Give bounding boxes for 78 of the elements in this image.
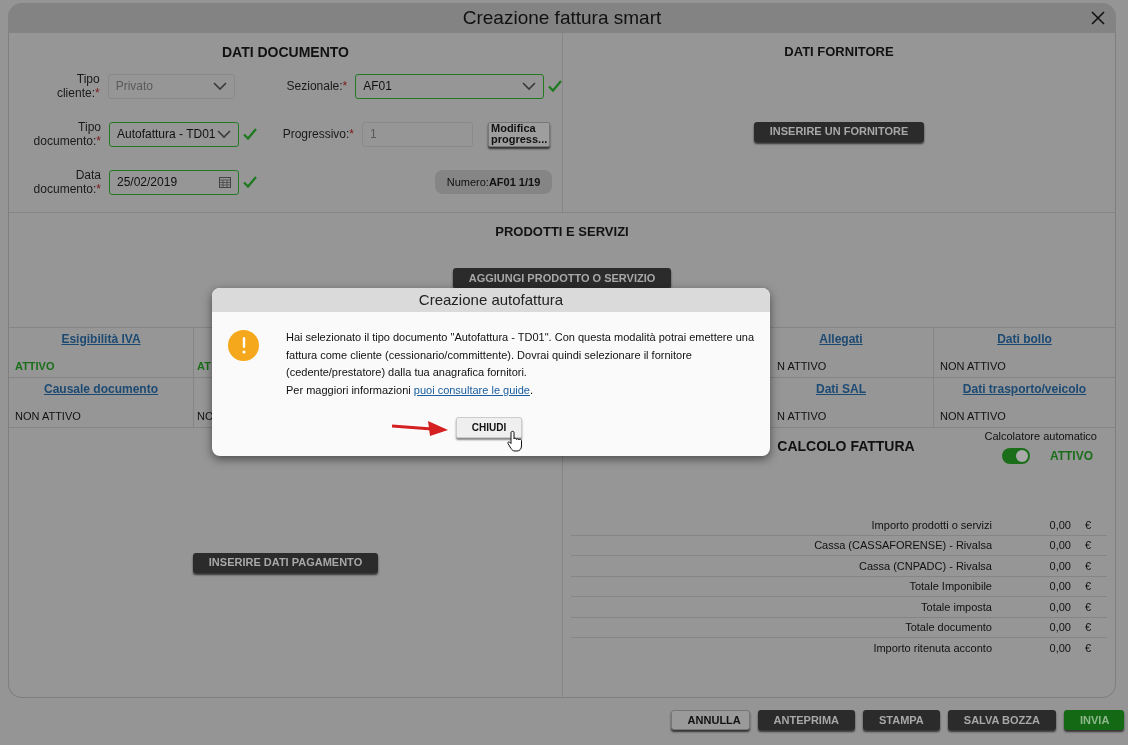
currency-symbol: €	[1083, 579, 1091, 594]
add-supplier-button[interactable]: INSERIRE UN FORNITORE	[753, 121, 925, 142]
check-icon	[548, 79, 562, 93]
total-label: Importo ritenuta acconto	[872, 641, 992, 656]
currency-symbol: €	[1083, 620, 1091, 635]
close-dialog-button[interactable]: CHIUDI	[456, 417, 522, 438]
chevron-icon	[212, 81, 227, 91]
footer-button[interactable]: ANTEPRIMA	[757, 710, 855, 730]
field-label: Tipo documento:*	[32, 120, 101, 148]
total-label: Cassa (CASSAFORENSE) - Rivalsa	[813, 538, 992, 553]
status-text: NON ATTIVO	[940, 358, 1006, 374]
status-text: N ATTIVO	[777, 358, 827, 374]
currency-symbol: €	[1083, 538, 1091, 553]
footer-button[interactable]: SALVA BOZZA	[947, 710, 1056, 730]
select-field[interactable]: Autofattura - TD01	[109, 121, 239, 147]
status-text: NON ATTIVO	[940, 408, 1006, 424]
total-value: 0,00	[1048, 579, 1071, 594]
section-title: DATI FORNITORE	[784, 43, 894, 61]
option-link[interactable]: Esigibilità IVA	[61, 330, 141, 348]
total-label: Cassa (CNPADC) - Rivalsa	[857, 558, 992, 574]
currency-symbol: €	[1083, 641, 1091, 656]
currency-symbol: €	[1083, 517, 1091, 533]
total-label: Importo prodotti o servizi	[870, 517, 992, 533]
dialog-text: fattura come cliente (cessionario/committente). Dovrai quindi selezionare il fornitore	[286, 347, 693, 363]
check-icon	[243, 127, 257, 141]
number-badge: Numero:AF01 1/19	[435, 170, 552, 194]
arrow-icon	[392, 419, 448, 436]
option-link[interactable]: Dati bollo	[997, 330, 1052, 348]
dialog-text: (cedente/prestatore) dalla tua anagrafica fornitori.	[286, 365, 528, 380]
total-value: 0,00	[1048, 641, 1071, 656]
add-product-button[interactable]: AGGIUNGI PRODOTTO O SERVIZIO	[452, 267, 672, 288]
date-field[interactable]: 25/02/2019	[109, 169, 239, 195]
field-label: Tipo cliente:*	[55, 72, 100, 100]
total-value: 0,00	[1048, 517, 1071, 533]
modify-button[interactable]: Modifica progress...	[488, 121, 550, 147]
option-link[interactable]: Dati trasporto/veicolo	[962, 380, 1087, 398]
chevron-icon	[217, 129, 231, 139]
total-label: Totale documento	[904, 620, 992, 635]
dialog-title: Creazione autofattura	[418, 289, 564, 310]
section-title: DATI DOCUMENTO	[221, 43, 349, 62]
total-value: 0,00	[1048, 538, 1071, 553]
dialog-text: Hai selezionato il tipo documento "Autofattura - TD01". Con questa modalità potrai emettere una	[286, 330, 755, 345]
toggle-label: Calcolatore automatico	[984, 429, 1097, 444]
total-value: 0,00	[1048, 558, 1071, 574]
total-value: 0,00	[1048, 599, 1071, 615]
calendar-icon	[219, 176, 231, 188]
field-label: Data documento:*	[32, 168, 101, 196]
total-label: Totale imposta	[920, 599, 992, 615]
guide-link[interactable]: puoi consultare le guide	[413, 383, 530, 396]
currency-symbol: €	[1083, 558, 1091, 574]
window-title: Creazione fattura smart	[462, 5, 662, 30]
hand-cursor-icon	[507, 430, 524, 452]
status-text: AT	[197, 358, 211, 374]
status-text: NON ATTIVO	[15, 408, 81, 424]
chevron-icon	[522, 81, 536, 91]
option-link[interactable]: Dati SAL	[816, 380, 866, 398]
payment-button[interactable]: INSERIRE DATI PAGAMENTO	[192, 552, 379, 573]
field-label: Sezionale:*	[285, 79, 348, 93]
toggle-switch[interactable]	[1001, 447, 1030, 464]
close-button[interactable]	[1090, 10, 1106, 26]
total-value: 0,00	[1048, 620, 1071, 635]
status-text: N ATTIVO	[777, 408, 827, 424]
select-field[interactable]: AF01	[355, 73, 544, 99]
option-link[interactable]: Causale documento	[44, 380, 158, 398]
status-text: ATTIVO	[1049, 447, 1093, 465]
check-icon	[243, 175, 257, 189]
currency-symbol: €	[1083, 599, 1091, 615]
section-title: PRODOTTI E SERVIZI	[495, 223, 629, 241]
total-label: Totale Imponibile	[908, 579, 992, 594]
option-link[interactable]: Allegati	[819, 330, 863, 348]
status-text: ATTIVO	[15, 358, 55, 374]
field-label: Progressivo:*	[281, 127, 354, 141]
section-title: CALCOLO FATTURA	[777, 437, 915, 456]
footer-button[interactable]: ANNULLA	[670, 710, 750, 730]
footer-button[interactable]: STAMPA	[863, 710, 940, 730]
footer-button[interactable]: INVIA	[1064, 710, 1124, 730]
warning-icon	[228, 330, 259, 361]
dialog-text: Per maggiori informazioni puoi consultare le guide.	[286, 382, 535, 398]
